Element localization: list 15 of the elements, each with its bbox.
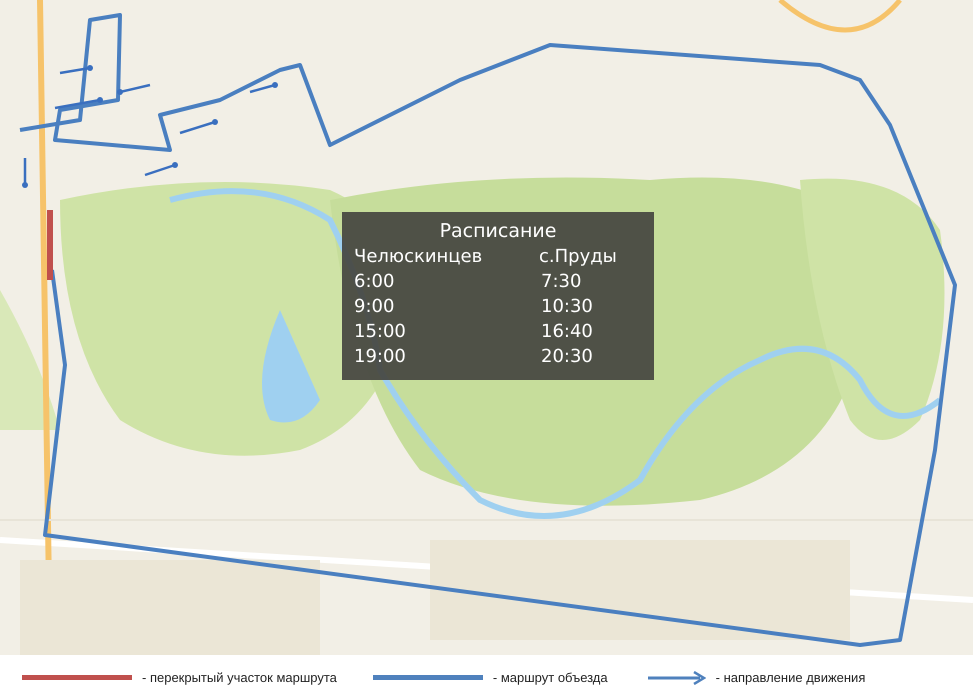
closed-route-segment <box>47 210 53 280</box>
column-header: Челюскинцев <box>354 245 484 269</box>
departure-time: 7:30 <box>540 270 582 294</box>
legend-label: - перекрытый участок маршрута <box>142 670 337 685</box>
departure-time: 19:00 <box>354 345 407 369</box>
legend-label: - маршрут объезда <box>492 670 608 685</box>
departure-time: 6:00 <box>354 270 396 294</box>
departure-time: 15:00 <box>354 320 407 344</box>
departure-time: 9:00 <box>354 295 396 319</box>
departure-time: 16:40 <box>540 320 594 344</box>
departure-time: 10:30 <box>540 295 594 319</box>
column-header: с.Пруды <box>539 245 618 269</box>
legend-label: - направление движения <box>716 670 866 685</box>
schedule-title: Расписание <box>438 220 558 242</box>
departure-time: 20:30 <box>540 345 594 369</box>
